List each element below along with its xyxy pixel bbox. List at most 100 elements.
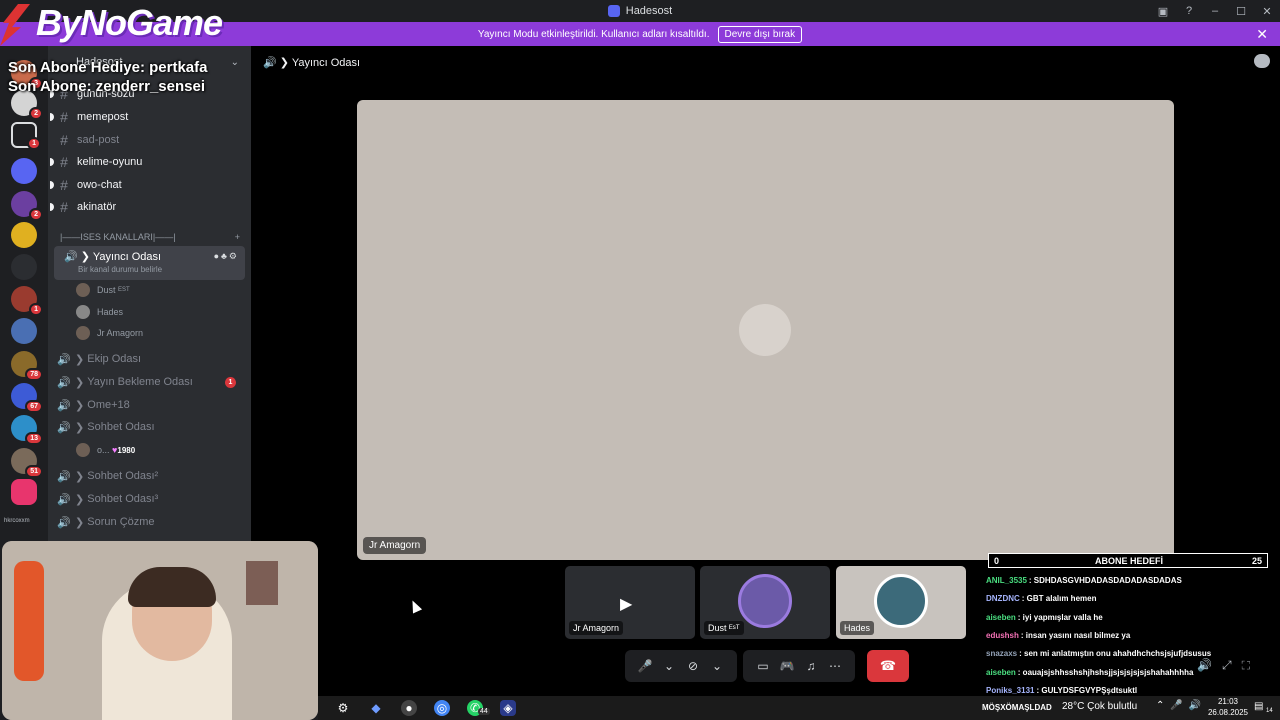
server-icon[interactable] xyxy=(11,222,37,248)
speaker-icon: 🔊 xyxy=(57,376,71,389)
server-icon[interactable]: 2 xyxy=(11,191,43,221)
channel-item[interactable]: # sad-post xyxy=(56,130,246,150)
screen-share-icon[interactable]: ▣ xyxy=(1150,5,1176,18)
channel-name: owo-chat xyxy=(77,179,122,191)
channel-item[interactable]: # kelime-oyunu xyxy=(50,152,246,172)
server-icon[interactable]: 51 xyxy=(11,448,43,478)
voice-channel-item[interactable]: 🔊 ❯ Sohbet Odası xyxy=(56,417,246,437)
streamer-hair xyxy=(128,567,216,607)
server-badge: 67 xyxy=(25,400,43,413)
camera-off-icon[interactable]: ⊘ xyxy=(681,659,705,673)
unread-indicator xyxy=(50,203,54,211)
focused-participant-view[interactable]: Jr Amagorn xyxy=(357,100,1174,560)
member-tag: EST xyxy=(118,287,130,293)
weather-widget[interactable]: 28°C Çok bulutlu xyxy=(1062,701,1137,712)
clock-time[interactable]: 21:03 xyxy=(1208,697,1248,706)
chat-message: aiseben: iyi yapmışlar valla he xyxy=(986,613,1276,622)
participant-name-tag: Jr Amagorn xyxy=(363,537,427,554)
speaker-icon: 🔊 xyxy=(57,470,71,483)
channel-action-icons[interactable]: ●♣⚙ xyxy=(214,251,239,262)
channel-item[interactable]: # memepost xyxy=(50,107,246,127)
server-icon[interactable]: 67 xyxy=(11,383,43,413)
server-badge: 1 xyxy=(27,137,41,150)
screen-share-icon[interactable]: ▭ xyxy=(751,659,775,673)
chat-bubble-icon[interactable] xyxy=(1254,54,1270,68)
maximize-button[interactable]: ☐ xyxy=(1228,5,1254,18)
add-channel-icon[interactable]: + xyxy=(235,232,240,242)
channel-name: memepost xyxy=(77,111,129,123)
news-ticker: MÖŞXÖMAŞLDAD xyxy=(982,703,1052,712)
settings-gear-icon[interactable]: ⚙ xyxy=(335,700,351,716)
participant-tile-name: Jr Amagorn xyxy=(569,621,624,635)
chevron-down-icon[interactable]: ⌄ xyxy=(657,659,681,673)
chevron-down-icon[interactable]: ⌄ xyxy=(705,659,729,673)
sub-goal-label: ABONE HEDEFİ xyxy=(1094,556,1163,566)
last-gift-sub-overlay: Son Abone Hediye: pertkafa xyxy=(8,59,208,76)
game-launcher-icon[interactable]: ◈ xyxy=(500,700,516,716)
wall-poster xyxy=(246,561,278,605)
chat-message: ANIL_3535: SDHDASGVHDADASDADADASDADAS xyxy=(986,576,1276,585)
voice-member[interactable]: Dust EST xyxy=(76,280,130,300)
avatar xyxy=(76,283,90,297)
more-options-icon[interactable]: ⋯ xyxy=(823,659,847,673)
participant-tile[interactable]: ▶ Jr Amagorn xyxy=(565,566,695,639)
hash-icon: # xyxy=(60,154,68,170)
voice-member[interactable]: Hades xyxy=(76,302,123,322)
voice-member[interactable]: Jr Amagorn xyxy=(76,323,143,343)
sub-goal-current: 0 xyxy=(994,556,1000,566)
voice-channel-item[interactable]: 🔊 ❯ Ekip Odası xyxy=(56,349,246,369)
channel-status[interactable]: Bir kanal durumu belirle xyxy=(78,265,162,274)
chat-message: snazaxs: sen mi anlatmıştın onu ahahdhch… xyxy=(986,649,1276,658)
activity-icon[interactable]: 🎮 xyxy=(775,659,799,673)
banner-close-icon[interactable]: ✕ xyxy=(1256,26,1268,43)
voice-channel-title: Yayıncı Odası xyxy=(291,57,361,69)
participant-tile[interactable]: Hades xyxy=(836,566,966,639)
chat-username: snazaxs xyxy=(986,649,1018,659)
soundboard-icon[interactable]: ♫ xyxy=(799,659,823,673)
chat-text: : sen mi anlatmıştın onu ahahdhchchsjsju… xyxy=(1019,649,1212,659)
voice-channel-item[interactable]: 🔊 ❯ Ome+18 xyxy=(56,395,246,415)
participant-tile[interactable]: Dust ᴱˢᵀ xyxy=(700,566,830,639)
channel-item[interactable]: # owo-chat xyxy=(50,175,246,195)
system-tray-icons[interactable]: ⌃🎤🔊 xyxy=(1156,700,1207,711)
obs-icon[interactable]: ● xyxy=(401,700,417,716)
voice-channel-item[interactable]: 🔊 ❯ Sorun Çözme xyxy=(56,512,246,532)
server-icon[interactable] xyxy=(11,318,37,344)
disconnect-button[interactable]: ☎ xyxy=(867,650,909,682)
server-badge: 2 xyxy=(29,107,43,120)
speaker-icon: 🔊 xyxy=(57,353,71,366)
disable-streamer-mode-button[interactable]: Devre dışı bırak xyxy=(717,25,803,43)
call-controls: 🎤 ⌄ ⊘ ⌄ ▭ 🎮 ♫ ⋯ ☎ xyxy=(625,650,909,682)
server-icon[interactable]: 13 xyxy=(11,415,43,445)
voice-member[interactable]: o... ♥ 1980 xyxy=(76,440,135,460)
help-icon[interactable]: ? xyxy=(1176,5,1202,17)
chrome-icon[interactable]: ◎ xyxy=(434,700,450,716)
channel-item[interactable]: # akinatör xyxy=(50,197,246,217)
server-icon[interactable]: 1 xyxy=(11,122,41,150)
server-icon[interactable]: 1 xyxy=(11,286,43,316)
last-sub-overlay: Son Abone: zenderr_sensei xyxy=(8,78,205,95)
notification-icon[interactable]: ▤ xyxy=(1254,701,1263,712)
voice-category-header[interactable]: |——ISES KANALLARI|——| + xyxy=(60,232,240,242)
app-taskbar-icon[interactable]: ◆ xyxy=(368,700,384,716)
clock-date[interactable]: 26.08.2025 xyxy=(1202,708,1254,717)
channel-name: sad-post xyxy=(77,134,120,146)
microphone-icon[interactable]: 🎤 xyxy=(633,659,657,673)
voice-channel-item[interactable]: 🔊 ❯ Sohbet Odası³ xyxy=(56,489,246,509)
voice-channel-item[interactable]: 🔊 ❯ Sohbet Odası² xyxy=(56,466,246,486)
server-icon[interactable]: 78 xyxy=(11,351,43,381)
unread-indicator xyxy=(50,181,54,189)
server-icon[interactable] xyxy=(11,158,37,184)
minimize-button[interactable]: – xyxy=(1202,5,1228,17)
hash-icon: # xyxy=(60,132,68,148)
close-window-button[interactable]: ✕ xyxy=(1254,5,1280,18)
notification-count: 14 xyxy=(1266,708,1273,714)
chevron-down-icon[interactable]: ⌄ xyxy=(231,57,239,68)
server-icon[interactable] xyxy=(11,479,37,505)
active-voice-channel[interactable]: 🔊 ❯ Yayıncı Odası Bir kanal durumu belir… xyxy=(54,246,245,280)
voice-channel-item[interactable]: 🔊 ❯ Yayın Bekleme Odası 1 xyxy=(56,372,246,392)
avatar xyxy=(874,574,928,628)
chat-username: aiseben xyxy=(986,612,1016,622)
server-icon[interactable] xyxy=(11,254,37,280)
streamer-webcam xyxy=(2,541,318,720)
